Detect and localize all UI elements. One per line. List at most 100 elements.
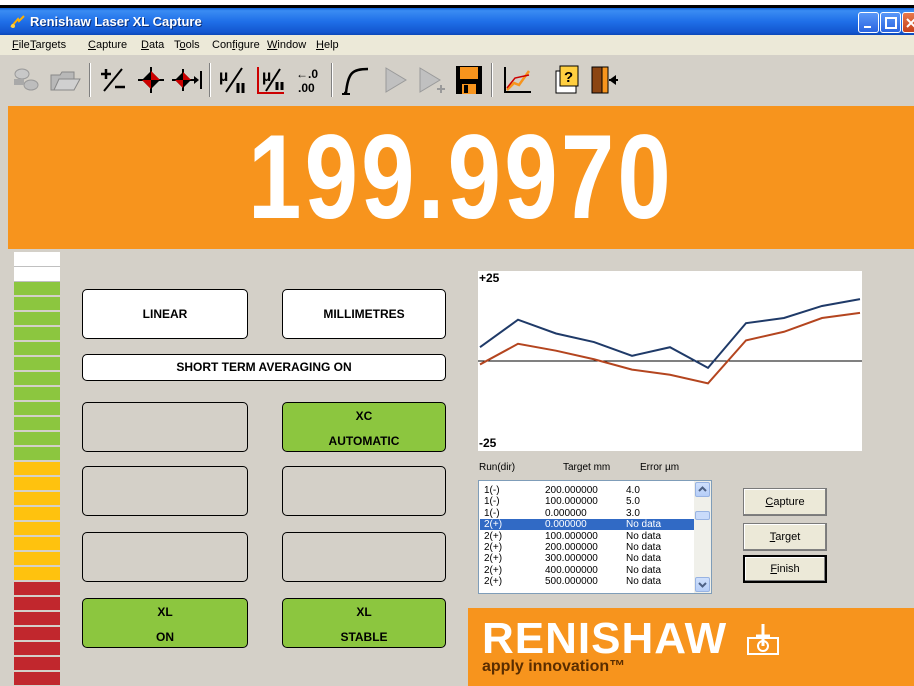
menu-item[interactable]: Help [316,39,339,51]
mu-slash-button[interactable]: µ [216,63,250,97]
list-scrollbar[interactable] [694,481,711,593]
empty-status-box [82,402,248,452]
empty-status-box [82,532,248,582]
play-icon [385,67,407,93]
target-arrow-button[interactable] [170,63,204,97]
toolbar-separator [491,63,493,97]
meter-segment [14,282,60,297]
chart-icon [504,67,531,93]
laser-stable-box: XL STABLE [282,598,446,648]
decimal-top-text: ←.0 [296,67,318,81]
error-graph-plot [478,298,862,385]
empty-status-box [82,466,248,516]
meter-segment [14,582,60,597]
meter-segment [14,342,60,357]
exit-button[interactable] [586,63,620,97]
list-cell-run: 2(+) [484,564,503,576]
meter-segment [14,357,60,372]
meter-segment [14,402,60,417]
units-box: MILLIMETRES [282,289,446,339]
menu-item[interactable]: Window [267,39,306,51]
list-cell-error: No data [626,564,662,576]
open-button[interactable] [48,63,82,97]
position-readout: 199.9970 [247,110,675,244]
menu-item-text: C [88,39,96,51]
meter-segment [14,612,60,627]
play-button[interactable] [378,63,412,97]
mu-axis-button[interactable]: µ [254,63,288,97]
target-button[interactable] [134,63,168,97]
list-cell-run: 1(-) [484,496,500,508]
chart-button[interactable] [500,63,534,97]
scroll-thumb[interactable] [695,511,710,520]
minimize-button[interactable] [858,12,879,33]
list-row[interactable]: 2(+) 0.000000 No data [480,519,694,531]
list-cell-error: 3.0 [626,507,640,519]
meter-segment [14,312,60,327]
svg-text:µ: µ [219,68,228,85]
list-cell-run: 2(+) [484,542,503,553]
close-icon [906,18,914,28]
averaging-box: SHORT TERM AVERAGING ON [82,354,446,381]
menu-bar: File Targets Capture Data Tools Configure Wind… [0,35,914,55]
list-cell-target: 400.000000 [545,564,598,576]
connect-button[interactable] [10,63,44,97]
list-cell-target: 0.000000 [545,519,587,531]
menu-item[interactable]: Configure [212,39,260,51]
toolbar-separator [331,63,333,97]
mu-slash-icon: µ [219,67,245,93]
list-cell-target: 300.000000 [545,553,598,565]
status-panel: LINEAR MILLIMETRES SHORT TERM AVERAGING … [62,252,468,686]
decimal-button[interactable]: ←.0 .00 [292,63,326,97]
laser-on-label-2: ON [156,630,174,644]
list-row[interactable]: 2(+) 300.000000 No data [480,553,694,564]
finish-button[interactable]: Finish [743,555,827,583]
menu-item[interactable]: File [12,39,30,51]
list-row[interactable]: 1(-) 100.000000 5.0 [480,496,694,507]
menu-item-text: F [12,39,19,51]
connect-icon [14,68,39,91]
capture-button[interactable]: Capture [743,488,827,516]
close-button[interactable] [902,12,914,33]
meter-segment [14,657,60,672]
capture-data-list[interactable]: 1(-) 200.000000 4.0 1(-) 100.000000 5.0 1(-) 0.… [478,480,712,594]
list-row[interactable]: 2(+) 400.000000 No data [480,565,694,576]
menu-item[interactable]: Capture [88,39,127,51]
target-button[interactable]: Target [743,523,827,551]
meter-segment [14,447,60,462]
save-button[interactable] [452,63,486,97]
plus-minus-button[interactable] [96,63,130,97]
menu-item-text: D [141,39,149,51]
meter-segment [14,597,60,612]
list-row[interactable]: 2(+) 200.000000 No data [480,542,694,553]
list-row[interactable]: 2(+) 500.000000 No data [480,576,694,587]
list-row[interactable]: 2(+) 100.000000 No data [480,531,694,542]
chevron-down-icon [698,582,707,588]
graph-top-label: +25 [479,271,500,285]
list-cell-error: No data [626,519,662,531]
scroll-down-button[interactable] [695,577,710,592]
list-row[interactable]: 1(-) 200.000000 4.0 [480,485,694,496]
target-icon [138,67,164,93]
chevron-up-icon [698,486,707,492]
compensation-label-1: XC [355,409,373,423]
scroll-up-button[interactable] [695,482,710,497]
app-window: Renishaw Laser XL Capture File Targets Cap… [0,8,914,686]
menu-item[interactable]: Targets [30,39,66,51]
mu-axis-icon: µ [257,67,284,94]
help-button[interactable]: ? [550,63,584,97]
menu-item-text: W [267,39,278,51]
list-cell-target: 100.000000 [545,496,598,508]
title-bar[interactable]: Renishaw Laser XL Capture [0,8,914,35]
list-cell-error: 5.0 [626,496,640,508]
list-row[interactable]: 1(-) 0.000000 3.0 [480,508,694,519]
position-readout-panel: 199.9970 [8,106,914,249]
empty-status-box [282,532,446,582]
meter-segment [14,372,60,387]
menu-item[interactable]: Data [141,39,164,51]
play-plus-button[interactable] [414,63,448,97]
maximize-button[interactable] [880,12,901,33]
menu-item[interactable]: Tools [174,39,200,51]
list-cell-error: 4.0 [626,485,640,496]
curve-button[interactable] [338,63,372,97]
